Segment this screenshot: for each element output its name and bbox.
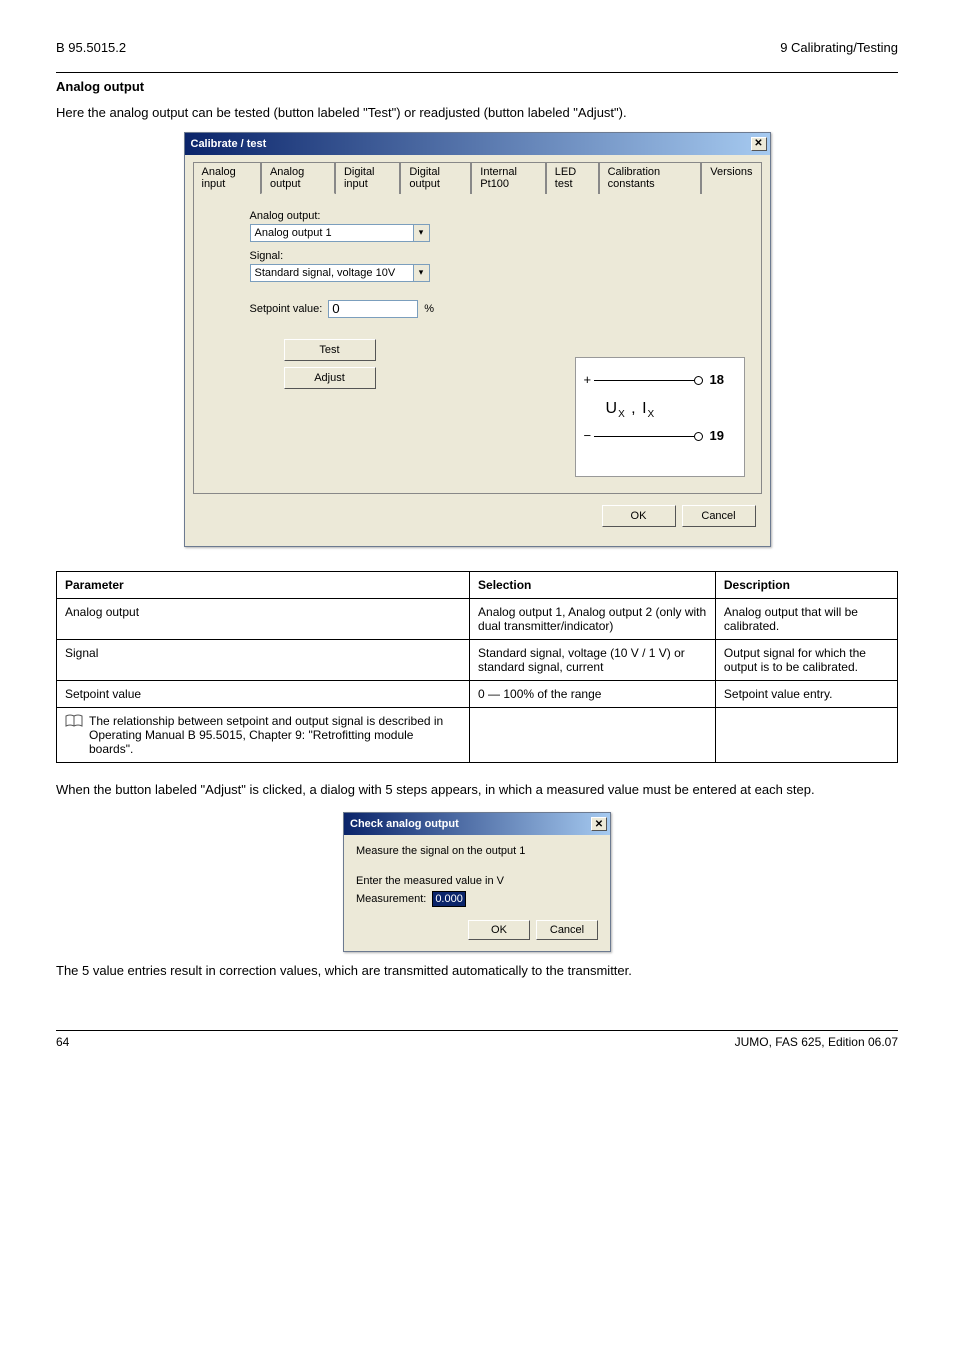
check-analog-output-dialog: Check analog output ✕ Measure the signal… [343,812,611,952]
footer-page: 64 [56,1035,69,1049]
adjust-button[interactable]: Adjust [284,367,376,389]
measurement-label: Measurement: [356,893,426,905]
cancel-button[interactable]: Cancel [682,505,756,527]
table-row: Setpoint value 0 — 100% of the range Set… [57,680,898,707]
tab-calib-constants[interactable]: Calibration constants [599,162,702,194]
dlg2-message: Measure the signal on the output 1 [356,845,598,857]
setpoint-label: Setpoint value: [250,303,323,315]
test-button[interactable]: Test [284,339,376,361]
signal-value: Standard signal, voltage 10V [255,267,396,279]
chevron-down-icon: ▾ [413,265,429,281]
ok-button[interactable]: OK [602,505,676,527]
th-parameter: Parameter [57,571,470,598]
calibrate-test-dialog: Calibrate / test ✕ Analog input Analog o… [184,132,771,547]
tab-digital-input[interactable]: Digital input [335,162,400,194]
analog-output-label: Analog output: [250,210,504,222]
tab-led-test[interactable]: LED test [546,162,599,194]
analog-output-select[interactable]: Analog output 1 ▾ [250,224,430,242]
footer-company: JUMO, FAS 625, Edition 06.07 [735,1035,898,1049]
setpoint-input[interactable] [328,300,418,318]
tab-digital-output[interactable]: Digital output [400,162,471,194]
th-description: Description [715,571,897,598]
adjust-intro: When the button labeled "Adjust" is clic… [56,781,898,799]
tab-analog-output[interactable]: Analog output [261,162,335,194]
table-row: The relationship between setpoint and ou… [57,707,898,762]
tab-internal-pt100[interactable]: Internal Pt100 [471,162,545,194]
chevron-down-icon: ▾ [413,225,429,241]
cancel-button[interactable]: Cancel [536,920,598,940]
close-icon[interactable]: ✕ [751,137,767,151]
close-icon[interactable]: ✕ [591,817,607,831]
table-row: Signal Standard signal, voltage (10 V / … [57,639,898,680]
terminal-diagram: + 18 UX , IX − 19 [575,357,745,477]
signal-select[interactable]: Standard signal, voltage 10V ▾ [250,264,430,282]
tab-versions[interactable]: Versions [701,162,761,194]
dlg2-prompt: Enter the measured value in V [356,875,598,887]
doc-code: B 95.5015.2 [56,40,126,55]
book-icon [65,714,83,731]
dlg1-title: Calibrate / test [191,138,267,150]
doc-section: 9 Calibrating/Testing [780,40,898,55]
percent-unit: % [424,303,434,315]
table-row: Analog output Analog output 1, Analog ou… [57,598,898,639]
ok-button[interactable]: OK [468,920,530,940]
intro-text: Here the analog output can be tested (bu… [56,104,898,122]
dlg2-title: Check analog output [350,818,459,830]
parameter-table: Parameter Selection Description Analog o… [56,571,898,763]
tab-analog-input[interactable]: Analog input [193,162,261,194]
signal-label: Signal: [250,250,504,262]
measurement-input[interactable]: 0.000 [432,891,466,907]
closing-text: The 5 value entries result in correction… [56,962,898,980]
th-selection: Selection [470,571,716,598]
section-title: Analog output [56,79,898,94]
analog-output-value: Analog output 1 [255,227,332,239]
